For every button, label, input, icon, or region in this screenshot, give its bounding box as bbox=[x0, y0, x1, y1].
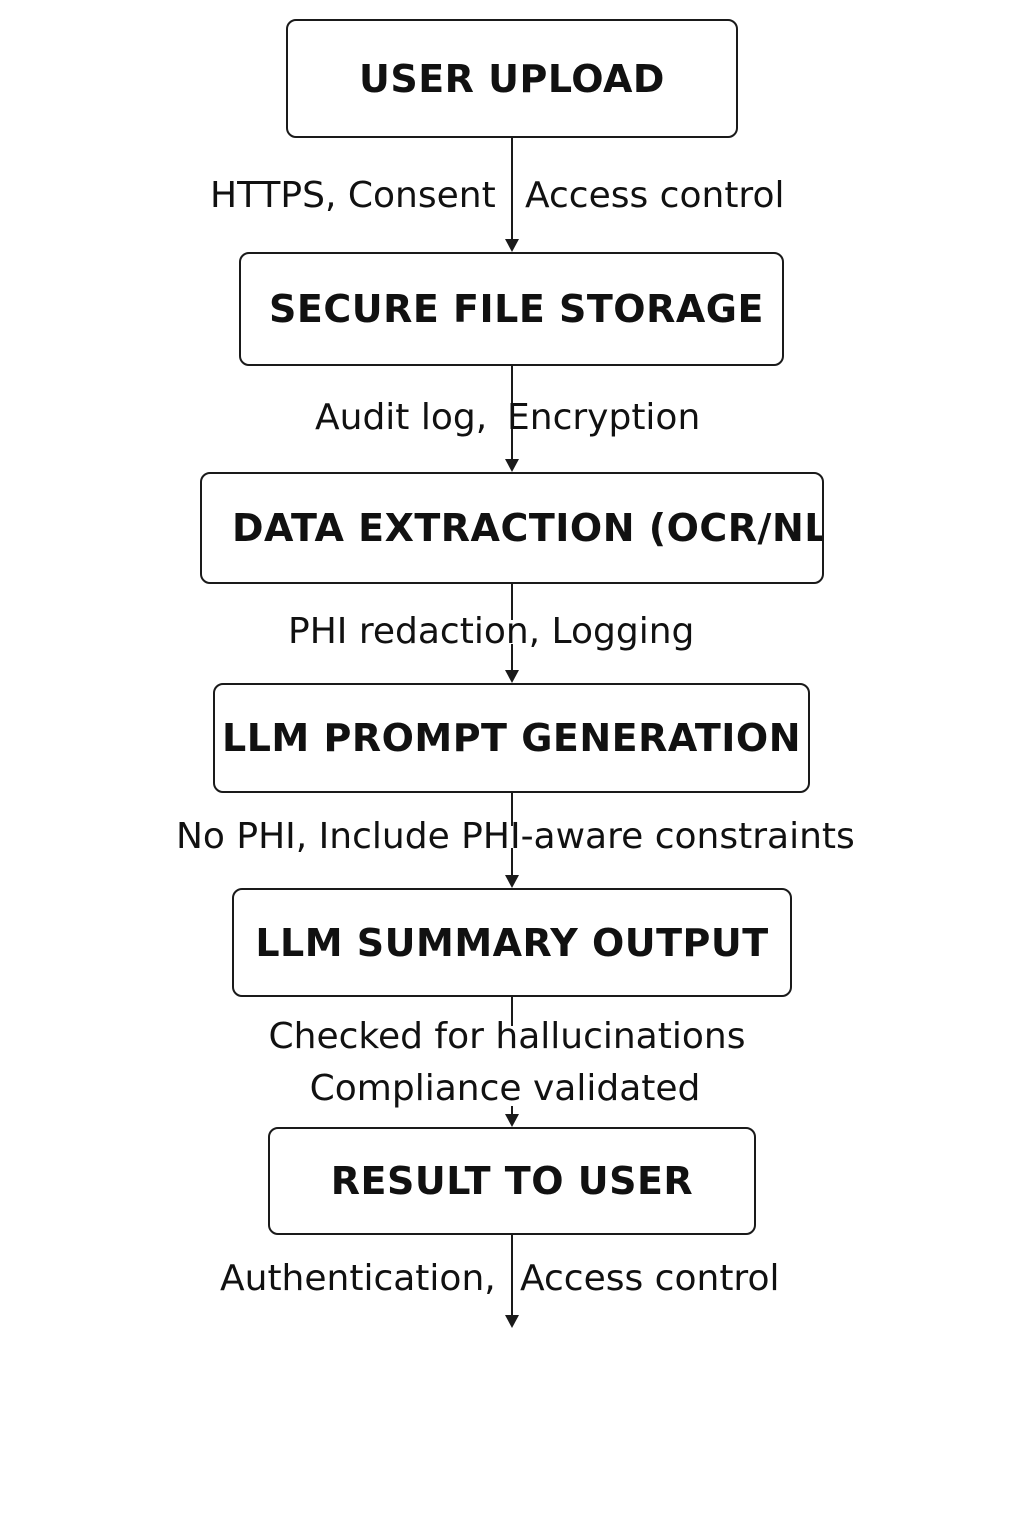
arrow-down-icon bbox=[505, 459, 519, 472]
connector-note-left: Authentication, bbox=[220, 1258, 496, 1299]
step-box-llm-summary-output: LLM SUMMARY OUTPUT bbox=[232, 888, 792, 997]
step-box-llm-prompt-generation: LLM PROMPT GENERATION bbox=[213, 683, 810, 793]
arrow-down-icon bbox=[505, 670, 519, 683]
arrow-down-icon bbox=[505, 875, 519, 888]
connector-note-right: Access control bbox=[520, 1258, 780, 1299]
arrow-down-icon bbox=[505, 239, 519, 252]
connector-note-right: Access control bbox=[525, 175, 785, 216]
arrow-down-icon bbox=[505, 1315, 519, 1328]
step-label: DATA EXTRACTION (OCR/NLP bbox=[232, 506, 824, 550]
connector-note: No PHI, Include PHI-aware constraints bbox=[176, 816, 855, 857]
connector-note-line-1: Checked for hallucinations bbox=[268, 1016, 746, 1057]
connector-line bbox=[511, 138, 513, 240]
step-label: LLM PROMPT GENERATION bbox=[222, 716, 801, 760]
step-box-data-extraction: DATA EXTRACTION (OCR/NLP bbox=[200, 472, 824, 584]
compliance-flow-diagram: USER UPLOAD SECURE FILE STORAGE DATA EXT… bbox=[0, 0, 1024, 1536]
step-label: RESULT TO USER bbox=[330, 1159, 694, 1203]
connector-note-line-2: Compliance validated bbox=[309, 1068, 701, 1109]
step-box-result-to-user: RESULT TO USER bbox=[268, 1127, 756, 1235]
arrow-down-icon bbox=[505, 1114, 519, 1127]
connector-note-left: Audit log, bbox=[315, 397, 488, 438]
step-box-secure-file-storage: SECURE FILE STORAGE bbox=[239, 252, 784, 366]
step-label: SECURE FILE STORAGE bbox=[269, 287, 764, 331]
connector-note: PHI redaction, Logging bbox=[288, 611, 695, 652]
step-label: LLM SUMMARY OUTPUT bbox=[255, 920, 769, 965]
step-box-user-upload: USER UPLOAD bbox=[286, 19, 738, 138]
connector-line bbox=[511, 1235, 513, 1316]
connector-note-right: Encryption bbox=[507, 397, 701, 438]
connector-note-left: HTTPS, Consent bbox=[210, 175, 496, 216]
step-label: USER UPLOAD bbox=[359, 56, 665, 101]
